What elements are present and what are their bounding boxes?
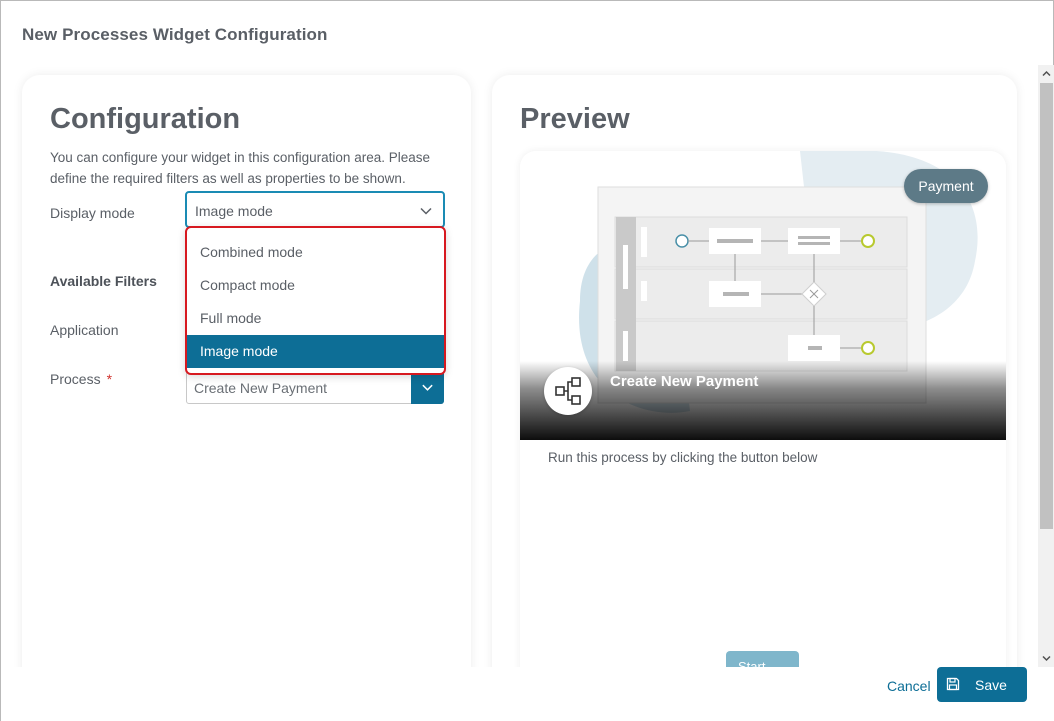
process-select[interactable]: Create New Payment (186, 371, 444, 404)
display-mode-dropdown: Combined mode Compact mode Full mode Ima… (185, 226, 446, 375)
process-flow-icon (555, 377, 581, 405)
configuration-description: You can configure your widget in this co… (50, 150, 430, 186)
preview-card: Payment Create New Payment Run this proc… (520, 151, 1006, 667)
configuration-heading: Configuration (50, 103, 241, 135)
process-value: Create New Payment (194, 380, 328, 396)
display-mode-select[interactable]: Image mode (185, 191, 445, 228)
preview-card-title: Create New Payment (610, 373, 759, 390)
preview-heading: Preview (520, 103, 630, 135)
option-compact-mode[interactable]: Compact mode (187, 269, 444, 302)
process-label: Process * (50, 371, 112, 387)
save-button[interactable]: Save (937, 667, 1027, 702)
start-button[interactable]: Start (726, 651, 799, 667)
scroll-up-arrow-icon[interactable] (1042, 69, 1051, 78)
scrollbar-thumb[interactable] (1040, 83, 1053, 529)
process-diagram-image: Payment Create New Payment (520, 151, 1006, 440)
dialog-footer: Cancel Save (1, 667, 1054, 721)
option-combined-mode[interactable]: Combined mode (187, 236, 444, 269)
process-label-text: Process (50, 371, 101, 387)
start-button-label: Start (738, 659, 766, 667)
chevron-down-icon (422, 384, 433, 391)
floppy-disk-icon (946, 677, 960, 691)
process-select-button[interactable] (411, 371, 444, 404)
save-button-label: Save (975, 677, 1007, 693)
dialog-content: Configuration You can configure your wid… (1, 65, 1038, 667)
cancel-button[interactable]: Cancel (887, 678, 931, 694)
chevron-down-icon (420, 207, 432, 215)
display-mode-label: Display mode (50, 205, 135, 221)
application-label: Application (50, 322, 119, 338)
available-filters-label: Available Filters (50, 273, 157, 289)
display-mode-value: Image mode (195, 203, 273, 219)
preview-run-text: Run this process by clicking the button … (548, 450, 818, 465)
category-badge: Payment (904, 169, 988, 203)
scroll-down-arrow-icon[interactable] (1042, 654, 1051, 663)
dialog-title: New Processes Widget Configuration (22, 25, 328, 44)
required-marker: * (106, 371, 113, 387)
process-icon-container (544, 367, 592, 415)
widget-config-dialog: New Processes Widget Configuration Confi… (0, 0, 1054, 721)
option-full-mode[interactable]: Full mode (187, 302, 444, 335)
preview-panel: Preview Payment Create New Payment Run t… (492, 75, 1017, 667)
content-scrollbar[interactable] (1038, 65, 1054, 667)
option-image-mode[interactable]: Image mode (187, 335, 444, 368)
